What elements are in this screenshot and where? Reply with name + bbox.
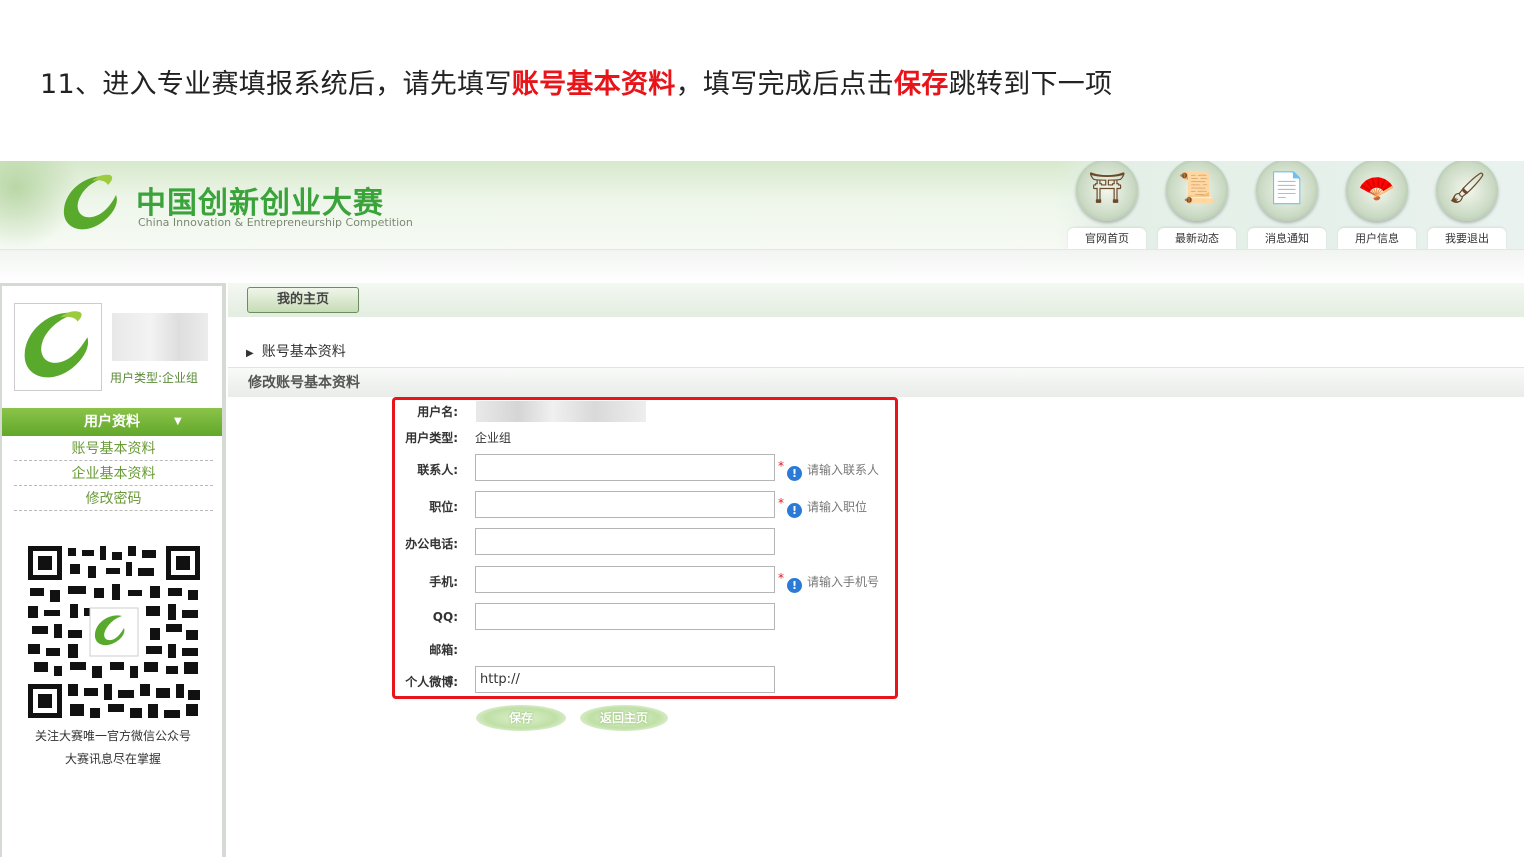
triangle-right-icon: ▶	[246, 348, 254, 359]
nav-news[interactable]: 📜 最新动态	[1156, 161, 1236, 249]
mobile-hint: ! 请输入手机号	[787, 573, 879, 593]
sidebar-user-type: 用户类型:企业组	[110, 371, 199, 385]
qq-label: QQ:	[432, 610, 458, 624]
sidebar-item-company-info[interactable]: 企业基本资料	[14, 461, 213, 486]
position-label: 职位:	[429, 500, 458, 514]
instruction-text: 11、进入专业赛填报系统后，请先填写账号基本资料，填写完成后点击保存跳转到下一项	[40, 69, 1113, 100]
info-icon: !	[787, 503, 802, 518]
nav-user-info-label[interactable]: 用户信息	[1338, 228, 1416, 249]
qr-caption-line2: 大赛讯息尽在掌握	[64, 752, 161, 766]
sidebar: 用户类型:企业组 用户资料 ▼ 账号基本资料 企业基本资料 修改密码 关注大赛唯…	[0, 283, 226, 857]
nav-user-info[interactable]: 🪭 用户信息	[1336, 161, 1416, 249]
user-profile-menu[interactable]: 用户资料 ▼	[2, 408, 222, 436]
brush-exit-icon: 🖌	[1436, 161, 1498, 221]
office-phone-label: 办公电话:	[405, 537, 458, 551]
sidebar-item-change-password[interactable]: 修改密码	[14, 486, 213, 511]
nav-news-label[interactable]: 最新动态	[1158, 228, 1236, 249]
user-profile-menu-label: 用户资料	[84, 414, 140, 430]
info-icon: !	[787, 466, 802, 481]
qq-input[interactable]	[475, 603, 775, 630]
back-home-button[interactable]: 返回主页	[580, 705, 668, 731]
position-hint: ! 请输入职位	[787, 498, 867, 518]
info-icon: !	[787, 578, 802, 593]
username-value-blurred	[476, 401, 646, 422]
username-blurred	[112, 313, 208, 361]
top-nav: ⛩ 官网首页 📜 最新动态 📄 消息通知 🪭 用户信息 🖌 我要退出	[1056, 161, 1524, 249]
brand-subtitle: China Innovation & Entrepreneurship Comp…	[138, 216, 413, 229]
contact-label: 联系人:	[417, 463, 458, 477]
weibo-input[interactable]	[475, 666, 775, 693]
nav-notifications-label[interactable]: 消息通知	[1248, 228, 1326, 249]
mobile-input[interactable]	[475, 566, 775, 593]
required-mark: *	[778, 496, 784, 510]
nav-home[interactable]: ⛩ 官网首页	[1066, 161, 1146, 249]
breadcrumb: ▶ 账号基本资料	[246, 341, 346, 361]
breadcrumb-label[interactable]: 账号基本资料	[262, 344, 346, 360]
required-mark: *	[778, 459, 784, 473]
weibo-label: 个人微博:	[405, 675, 458, 689]
tab-bar: 我的主页	[228, 283, 1524, 317]
qr-caption-line1: 关注大赛唯一官方微信公众号	[34, 729, 191, 743]
scroll-icon: 📜	[1166, 161, 1228, 221]
avatar	[14, 303, 102, 391]
chevron-down-icon: ▼	[174, 416, 182, 427]
usertype-value: 企业组	[475, 431, 512, 445]
save-button[interactable]: 保存	[476, 705, 566, 731]
contact-hint: ! 请输入联系人	[787, 461, 879, 481]
nav-notifications[interactable]: 📄 消息通知	[1246, 161, 1326, 249]
mobile-label: 手机:	[429, 575, 458, 589]
section-title: 修改账号基本资料	[228, 367, 1524, 397]
wechat-qr-code	[26, 544, 202, 720]
site-banner: 中国创新创业大赛 China Innovation & Entrepreneur…	[0, 161, 1524, 249]
username-label: 用户名:	[417, 405, 458, 419]
nav-logout-label[interactable]: 我要退出	[1428, 228, 1506, 249]
fan-icon: 🪭	[1346, 161, 1408, 221]
instruction-highlight-account: 账号基本资料	[511, 69, 676, 100]
competition-logo-icon[interactable]	[58, 171, 126, 237]
email-label: 邮箱:	[429, 643, 458, 657]
office-phone-input[interactable]	[475, 528, 775, 555]
pavilion-icon: ⛩	[1076, 161, 1138, 221]
nav-home-label[interactable]: 官网首页	[1068, 228, 1146, 249]
tab-my-home[interactable]: 我的主页	[247, 287, 359, 313]
instruction-highlight-save: 保存	[893, 69, 949, 100]
nav-logout[interactable]: 🖌 我要退出	[1426, 161, 1506, 249]
sidebar-item-account-info[interactable]: 账号基本资料	[14, 436, 213, 461]
usertype-label: 用户类型:	[405, 431, 458, 445]
header-divider	[0, 249, 1524, 283]
required-mark: *	[778, 571, 784, 585]
paper-brush-icon: 📄	[1256, 161, 1318, 221]
contact-input[interactable]	[475, 454, 775, 481]
position-input[interactable]	[475, 491, 775, 518]
